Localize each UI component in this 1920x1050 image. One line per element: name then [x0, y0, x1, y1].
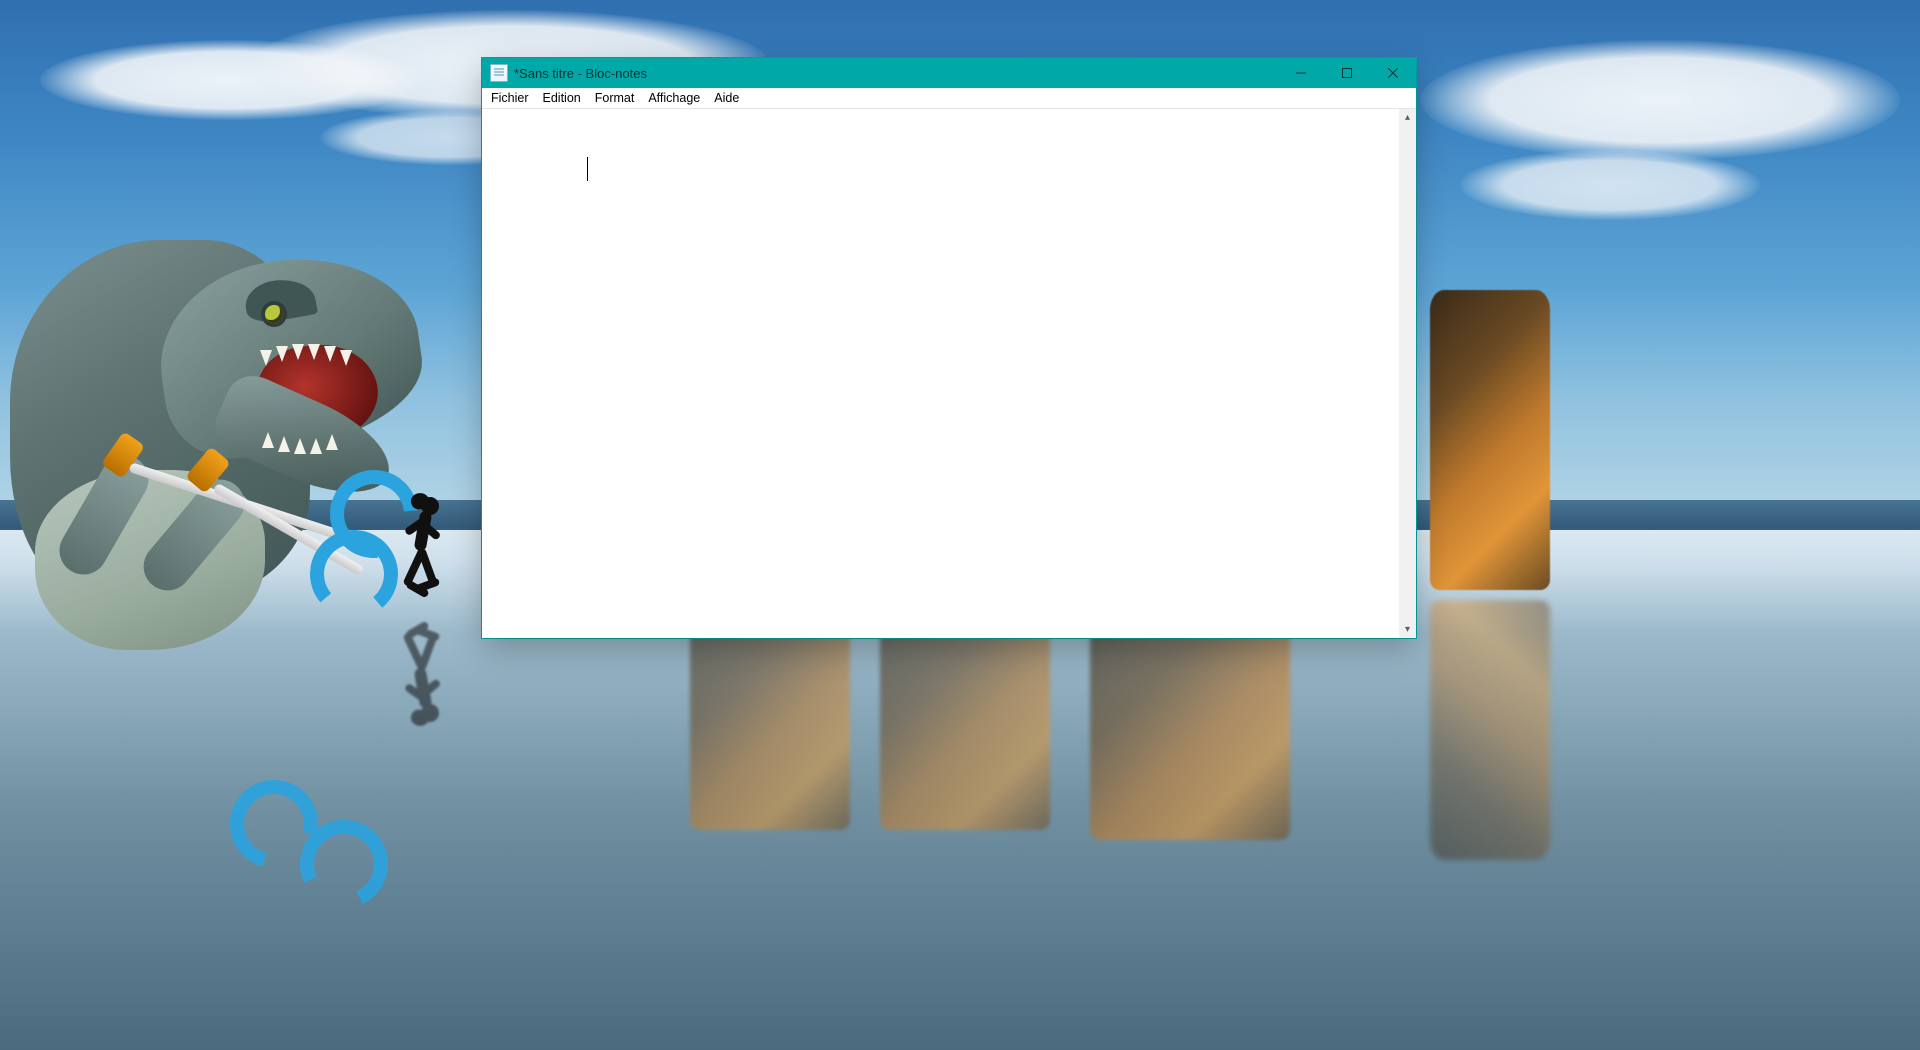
notepad-window: *Sans titre - Bloc-notes Fichier Edition… [482, 58, 1416, 638]
menubar: Fichier Edition Format Affichage Aide [482, 88, 1416, 109]
titlebar[interactable]: *Sans titre - Bloc-notes [482, 58, 1416, 88]
menu-edit[interactable]: Edition [536, 90, 588, 106]
maximize-button[interactable] [1324, 58, 1370, 88]
menu-file[interactable]: Fichier [484, 90, 536, 106]
minimize-button[interactable] [1278, 58, 1324, 88]
scroll-down-icon[interactable]: ▾ [1399, 621, 1416, 638]
menu-view[interactable]: Affichage [641, 90, 707, 106]
text-cursor [587, 157, 588, 181]
close-button[interactable] [1370, 58, 1416, 88]
vertical-scrollbar[interactable]: ▴ ▾ [1399, 109, 1416, 638]
menu-help[interactable]: Aide [707, 90, 746, 106]
notepad-icon [490, 64, 508, 82]
text-editor[interactable] [482, 109, 1399, 638]
dinosaur-illustration [10, 200, 430, 640]
runner-reflection [395, 612, 455, 722]
menu-format[interactable]: Format [588, 90, 642, 106]
window-title: *Sans titre - Bloc-notes [514, 66, 647, 81]
scroll-up-icon[interactable]: ▴ [1399, 109, 1416, 126]
runner-illustration [395, 497, 455, 607]
